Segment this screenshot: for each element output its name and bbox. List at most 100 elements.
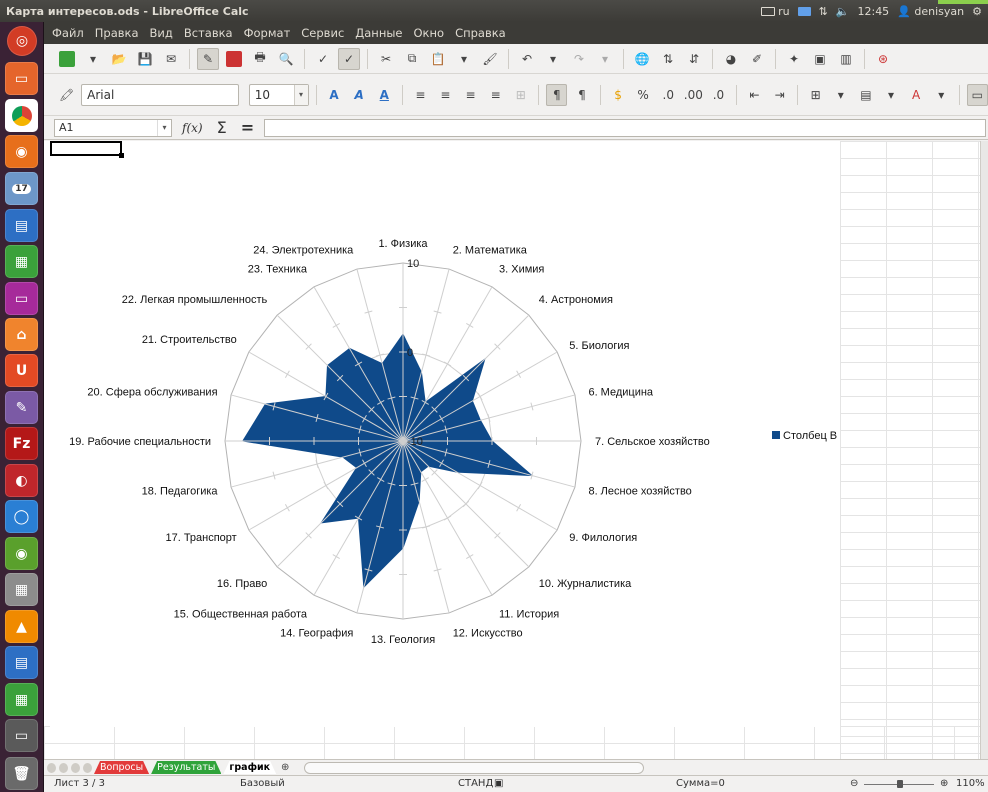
menu-format[interactable]: Формат	[244, 26, 291, 40]
user-menu[interactable]: 👤 denisyan	[897, 5, 964, 18]
firefox-icon[interactable]: ◉	[5, 135, 38, 168]
menu-view[interactable]: Вид	[150, 26, 173, 40]
align-justify-icon[interactable]: ≡	[485, 84, 506, 106]
data-sources-icon[interactable]: ▥	[835, 48, 857, 70]
network-app-icon[interactable]: ◐	[5, 464, 38, 497]
bold-icon[interactable]: A	[324, 84, 345, 106]
print-icon[interactable]: 🖶	[249, 48, 271, 70]
calculator-icon[interactable]: ▦	[5, 573, 38, 606]
gallery-icon[interactable]: ▣	[809, 48, 831, 70]
chrome-icon[interactable]	[5, 99, 38, 132]
rtl-icon[interactable]: ¶	[571, 84, 592, 106]
last-sheet-button[interactable]	[83, 762, 92, 773]
chart-object[interactable]: 10 0 -10 1. Физика 2. Математика 3. Химия 4. А…	[50, 145, 840, 727]
trash-icon[interactable]: 🗑	[5, 757, 38, 790]
italic-icon[interactable]: A	[349, 84, 370, 106]
mail-indicator[interactable]	[797, 6, 811, 16]
save-icon[interactable]: 💾	[134, 48, 156, 70]
updates-icon[interactable]: 17	[5, 172, 38, 205]
undo-dropdown-icon[interactable]: ▾	[542, 48, 564, 70]
clock[interactable]: 12:45	[857, 5, 889, 18]
zoom-level[interactable]: 110%	[956, 778, 985, 789]
menu-insert[interactable]: Вставка	[184, 26, 233, 40]
borders-icon[interactable]: ⊞	[805, 84, 826, 106]
merge-cells-icon[interactable]: ⊞	[510, 84, 531, 106]
paste-dropdown-icon[interactable]: ▾	[453, 48, 475, 70]
horizontal-scrollbar[interactable]	[304, 761, 645, 774]
export-pdf-icon[interactable]	[223, 48, 245, 70]
redo-icon[interactable]: ↷	[568, 48, 590, 70]
software-center-icon[interactable]: ⌂	[5, 318, 38, 351]
undo-icon[interactable]: ↶	[516, 48, 538, 70]
writer-doc-icon[interactable]: ▤	[5, 209, 38, 242]
draw-functions-icon[interactable]: ✐	[746, 48, 768, 70]
name-box-dropdown-icon[interactable]: ▾	[157, 119, 171, 136]
hyperlink-icon[interactable]: 🌐	[631, 48, 653, 70]
decrease-indent-icon[interactable]: ⇤	[744, 84, 765, 106]
currency-icon[interactable]: $	[607, 84, 628, 106]
files-icon[interactable]: ▭	[5, 62, 38, 95]
sheet-tab-questions[interactable]: Вопросы	[94, 761, 149, 774]
sort-descending-icon[interactable]: ⇵	[683, 48, 705, 70]
sum-button[interactable]: Σ	[213, 118, 231, 137]
align-center-icon[interactable]: ≡	[435, 84, 456, 106]
add-decimal-icon[interactable]: .00	[683, 84, 704, 106]
increase-indent-icon[interactable]: ⇥	[769, 84, 790, 106]
font-color-dropdown-icon[interactable]: ▾	[931, 84, 952, 106]
menu-file[interactable]: Файл	[52, 26, 84, 40]
tools-icon[interactable]: ✎	[5, 391, 38, 424]
help-icon[interactable]: ⊛	[872, 48, 894, 70]
zoom-in-icon[interactable]: ⊕	[940, 778, 948, 789]
filezilla-icon[interactable]: Fz	[5, 427, 38, 460]
sheet-area[interactable]: 10 0 -10 1. Физика 2. Математика 3. Химия 4. А…	[44, 141, 988, 759]
copy-icon[interactable]: ⧉	[401, 48, 423, 70]
menu-help[interactable]: Справка	[455, 26, 506, 40]
impress-doc-icon[interactable]: ▭	[5, 282, 38, 315]
clone-format-icon[interactable]: 🖌	[479, 48, 501, 70]
next-sheet-button[interactable]	[71, 762, 80, 773]
edit-mode-icon[interactable]: ✎	[197, 47, 219, 70]
menu-edit[interactable]: Правка	[95, 26, 139, 40]
calc-doc-icon[interactable]: ▦	[5, 245, 38, 278]
network-indicator[interactable]: ⇅	[819, 5, 828, 18]
styles-icon[interactable]: 🖍	[56, 84, 77, 106]
page-style[interactable]: Базовый	[240, 778, 285, 789]
vertical-scrollbar[interactable]	[980, 141, 988, 759]
ltr-icon[interactable]: ¶	[546, 83, 568, 106]
eye-app-icon[interactable]: ◉	[5, 537, 38, 570]
spellcheck-icon[interactable]: ✓	[312, 48, 334, 70]
autospellcheck-icon[interactable]: ✓	[338, 47, 360, 70]
align-left-icon[interactable]: ≡	[410, 84, 431, 106]
redo-dropdown-icon[interactable]: ▾	[594, 48, 616, 70]
cut-icon[interactable]: ✂	[375, 48, 397, 70]
keyboard-indicator[interactable]: ru	[760, 5, 790, 18]
add-sheet-icon[interactable]: ⊕	[276, 761, 294, 774]
calc-active-icon[interactable]: ▦	[5, 683, 38, 716]
ubuntu-one-icon[interactable]: U	[5, 354, 38, 387]
underline-icon[interactable]: A	[374, 84, 395, 106]
vlc-icon[interactable]: ▲	[5, 610, 38, 643]
menu-data[interactable]: Данные	[355, 26, 402, 40]
formula-input[interactable]	[264, 118, 986, 137]
percent-icon[interactable]: %	[633, 84, 654, 106]
dash-home-icon[interactable]: ◎	[7, 26, 37, 56]
prev-sheet-button[interactable]	[59, 762, 68, 773]
sheet-tab-results[interactable]: Результаты	[151, 761, 221, 774]
print-preview-icon[interactable]: 🔍	[275, 48, 297, 70]
email-icon[interactable]: ✉	[160, 48, 182, 70]
new-dropdown-icon[interactable]: ▾	[82, 48, 104, 70]
selection-mode[interactable]: СТАНД	[458, 778, 493, 789]
first-sheet-button[interactable]	[47, 762, 56, 773]
name-box[interactable]: A1 ▾	[54, 118, 172, 137]
function-button[interactable]: =	[237, 118, 258, 137]
menu-window[interactable]: Окно	[414, 26, 445, 40]
sort-ascending-icon[interactable]: ⇅	[657, 48, 679, 70]
settings-gear-icon[interactable]: ⚙	[972, 5, 982, 18]
sheet-tab-chart[interactable]: график	[223, 761, 276, 774]
borders-dropdown-icon[interactable]: ▾	[830, 84, 851, 106]
zoom-out-icon[interactable]: ⊖	[850, 778, 858, 789]
background-color-icon[interactable]: ▤	[855, 84, 876, 106]
font-size-dropdown-icon[interactable]: ▾	[293, 84, 308, 105]
media-icon[interactable]: ◯	[5, 500, 38, 533]
new-document-icon[interactable]	[56, 48, 78, 70]
